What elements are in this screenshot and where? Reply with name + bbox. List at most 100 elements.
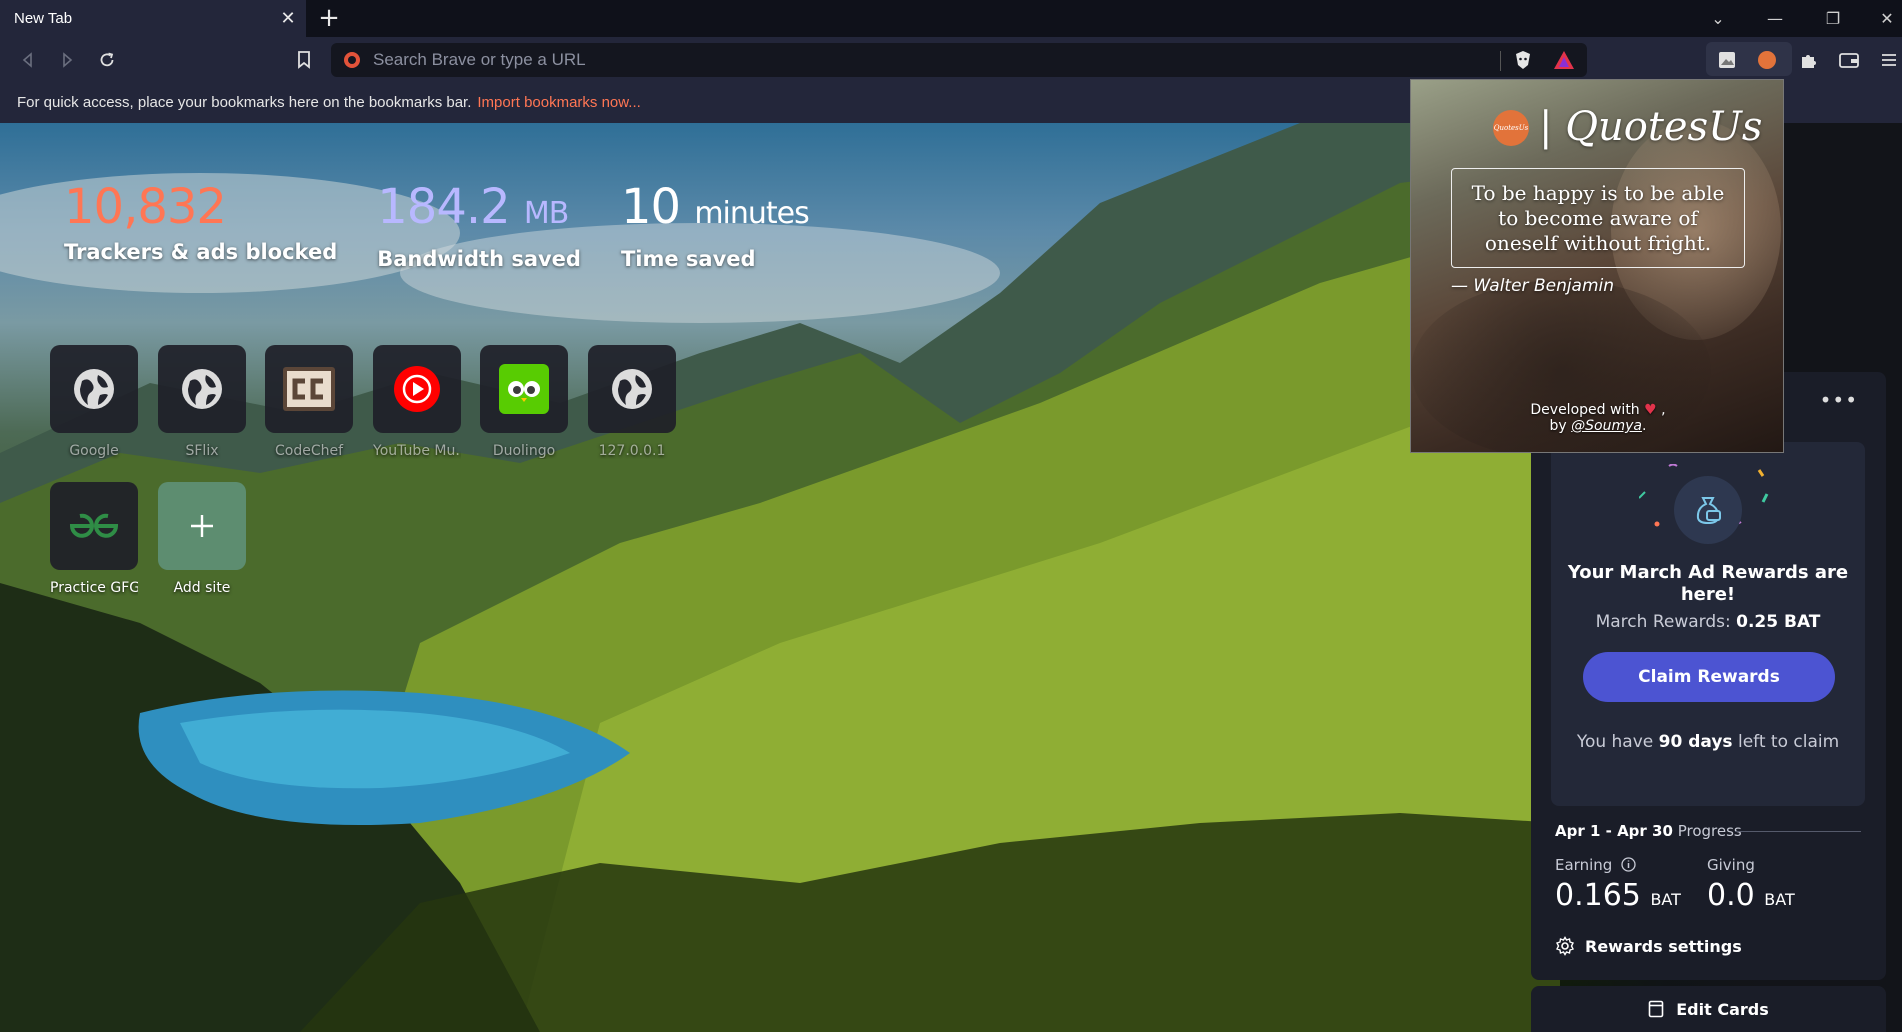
back-button[interactable] <box>14 46 42 74</box>
rewards-giving: Giving 0.0 BAT <box>1707 856 1795 913</box>
heart-icon: ♥ <box>1644 402 1657 418</box>
popup-title: | QuotesUs <box>1539 104 1763 150</box>
brave-shields-icon[interactable] <box>1513 50 1533 70</box>
tab-new-tab[interactable]: New Tab ✕ <box>0 0 306 37</box>
forward-button[interactable] <box>53 46 81 74</box>
rewards-progress-header: Apr 1 - Apr 30 Progress <box>1555 822 1865 840</box>
top-site-google[interactable]: Google <box>50 345 138 459</box>
stat-trackers-label: Trackers & ads blocked <box>64 240 338 264</box>
restore-button[interactable]: ❐ <box>1818 6 1848 32</box>
site-info-icon[interactable] <box>343 51 361 69</box>
claim-rewards-button[interactable]: Claim Rewards <box>1583 652 1835 702</box>
quote-author: — Walter Benjamin <box>1451 276 1615 296</box>
close-window-button[interactable]: ✕ <box>1872 6 1902 32</box>
stat-time-value: 10 <box>620 179 681 235</box>
quotesus-icon <box>1758 51 1776 69</box>
stat-time-label: Time saved <box>620 247 756 271</box>
rewards-days-value: 90 days <box>1658 732 1733 752</box>
address-divider <box>1500 51 1501 71</box>
address-placeholder: Search Brave or type a URL <box>373 50 586 69</box>
back-icon <box>22 52 32 68</box>
gear-icon <box>1556 936 1574 956</box>
earning-value: 0.165 <box>1555 878 1641 913</box>
top-site-label: CodeChef <box>274 443 344 459</box>
rewards-amount: March Rewards: 0.25 BAT <box>1595 612 1821 632</box>
info-icon[interactable] <box>1621 857 1636 872</box>
edit-cards-button[interactable]: Edit Cards <box>1531 986 1886 1032</box>
puzzle-icon <box>1802 55 1816 68</box>
extension-image-icon <box>1719 52 1735 68</box>
top-site-practice-gfg[interactable]: Practice GFG <box>50 482 138 596</box>
rewards-more-menu-icon[interactable]: ••• <box>1820 388 1858 412</box>
globe-icon <box>612 369 652 409</box>
progress-divider <box>1735 831 1861 832</box>
reload-button[interactable] <box>93 46 121 74</box>
toolbar: Search Brave or type a URL <box>0 37 1902 82</box>
stat-bandwidth-value: 184.2 <box>377 179 510 235</box>
rewards-period: Apr 1 - Apr 30 <box>1555 822 1673 840</box>
popup-credits: Developed with ♥ , by @Soumya. <box>1530 402 1666 434</box>
hamburger-icon <box>1882 54 1896 66</box>
stat-bandwidth-unit: MB <box>523 196 569 231</box>
quotesus-logo: QuotesUs <box>1493 110 1529 146</box>
stat-bandwidth-label: Bandwidth saved <box>377 247 581 271</box>
add-site-button[interactable]: Add site <box>158 482 246 596</box>
quote-box: To be happy is to be able to become awar… <box>1451 168 1745 268</box>
extension-button-1[interactable] <box>1713 46 1741 74</box>
bookmark-button[interactable] <box>290 46 318 74</box>
top-site-label: YouTube Mu... <box>373 443 461 459</box>
top-site-sflix[interactable]: SFlix <box>158 345 246 459</box>
globe-icon <box>74 369 114 409</box>
import-bookmarks-link[interactable]: Import bookmarks now... <box>477 94 640 111</box>
top-site-duolingo[interactable]: Duolingo <box>480 345 568 459</box>
edit-cards-icon <box>1648 1000 1664 1018</box>
rewards-settings-link[interactable]: Rewards settings <box>1555 936 1742 956</box>
tab-strip: New Tab ✕ + ⌄ — ❐ ✕ <box>0 0 1902 37</box>
bookmark-icon <box>298 51 310 69</box>
reload-icon <box>100 52 114 67</box>
minimize-button[interactable]: — <box>1760 6 1790 32</box>
main-menu-button[interactable] <box>1875 46 1902 74</box>
plus-icon <box>191 515 213 537</box>
quotesus-extension-button[interactable] <box>1753 46 1781 74</box>
globe-icon <box>182 369 222 409</box>
brave-rewards-card: ••• Your March Ad Rewards are here! Marc… <box>1531 372 1886 980</box>
rewards-heading: Your March Ad Rewards are here! <box>1567 562 1849 605</box>
top-site-label: SFlix <box>185 443 219 459</box>
brave-rewards-icon[interactable] <box>1553 50 1575 70</box>
giving-value: 0.0 <box>1707 878 1755 913</box>
top-site-localhost[interactable]: 127.0.0.1 <box>588 345 676 459</box>
top-site-label: Google <box>69 443 119 459</box>
wallet-button[interactable] <box>1835 46 1863 74</box>
rewards-badge <box>1674 476 1742 544</box>
forward-icon <box>63 52 73 68</box>
duolingo-icon <box>499 364 549 414</box>
money-bag-icon <box>1696 497 1721 525</box>
top-site-youtube-music[interactable]: YouTube Mu... <box>373 345 461 459</box>
quote-text: To be happy is to be able to become awar… <box>1471 180 1725 255</box>
bookmarks-bar-message: For quick access, place your bookmarks h… <box>17 94 472 111</box>
tab-close-icon[interactable]: ✕ <box>278 9 298 29</box>
rewards-amount-value: 0.25 BAT <box>1736 612 1821 632</box>
top-site-label: Duolingo <box>492 443 556 459</box>
youtube-music-icon <box>394 366 440 412</box>
rewards-days-left: You have 90 days left to claim <box>1576 732 1840 752</box>
top-site-label: Practice GFG <box>50 580 138 596</box>
stat-trackers-value: 10,832 <box>64 179 227 235</box>
tab-title: New Tab <box>14 10 73 27</box>
stat-trackers: 10,832 Trackers & ads blocked <box>64 180 337 271</box>
rewards-claim-panel: Your March Ad Rewards are here! March Re… <box>1551 442 1865 806</box>
stat-time: 10 minutes Time saved <box>620 179 810 271</box>
author-link[interactable]: @Soumya <box>1571 418 1642 434</box>
extensions-button[interactable] <box>1795 46 1823 74</box>
top-site-label: Add site <box>173 580 231 596</box>
stats-widget: 10,832 Trackers & ads blocked 184.2 MB B… <box>64 180 849 271</box>
rewards-earning: Earning 0.165 BAT <box>1555 856 1681 913</box>
tab-search-dropdown-icon[interactable]: ⌄ <box>1703 6 1733 32</box>
top-site-codechef[interactable]: CodeChef <box>265 345 353 459</box>
codechef-icon <box>283 367 335 411</box>
stat-bandwidth: 184.2 MB Bandwidth saved <box>377 180 581 271</box>
wallet-icon <box>1839 53 1859 68</box>
address-bar[interactable]: Search Brave or type a URL <box>331 43 1587 77</box>
new-tab-button[interactable]: + <box>315 5 343 32</box>
